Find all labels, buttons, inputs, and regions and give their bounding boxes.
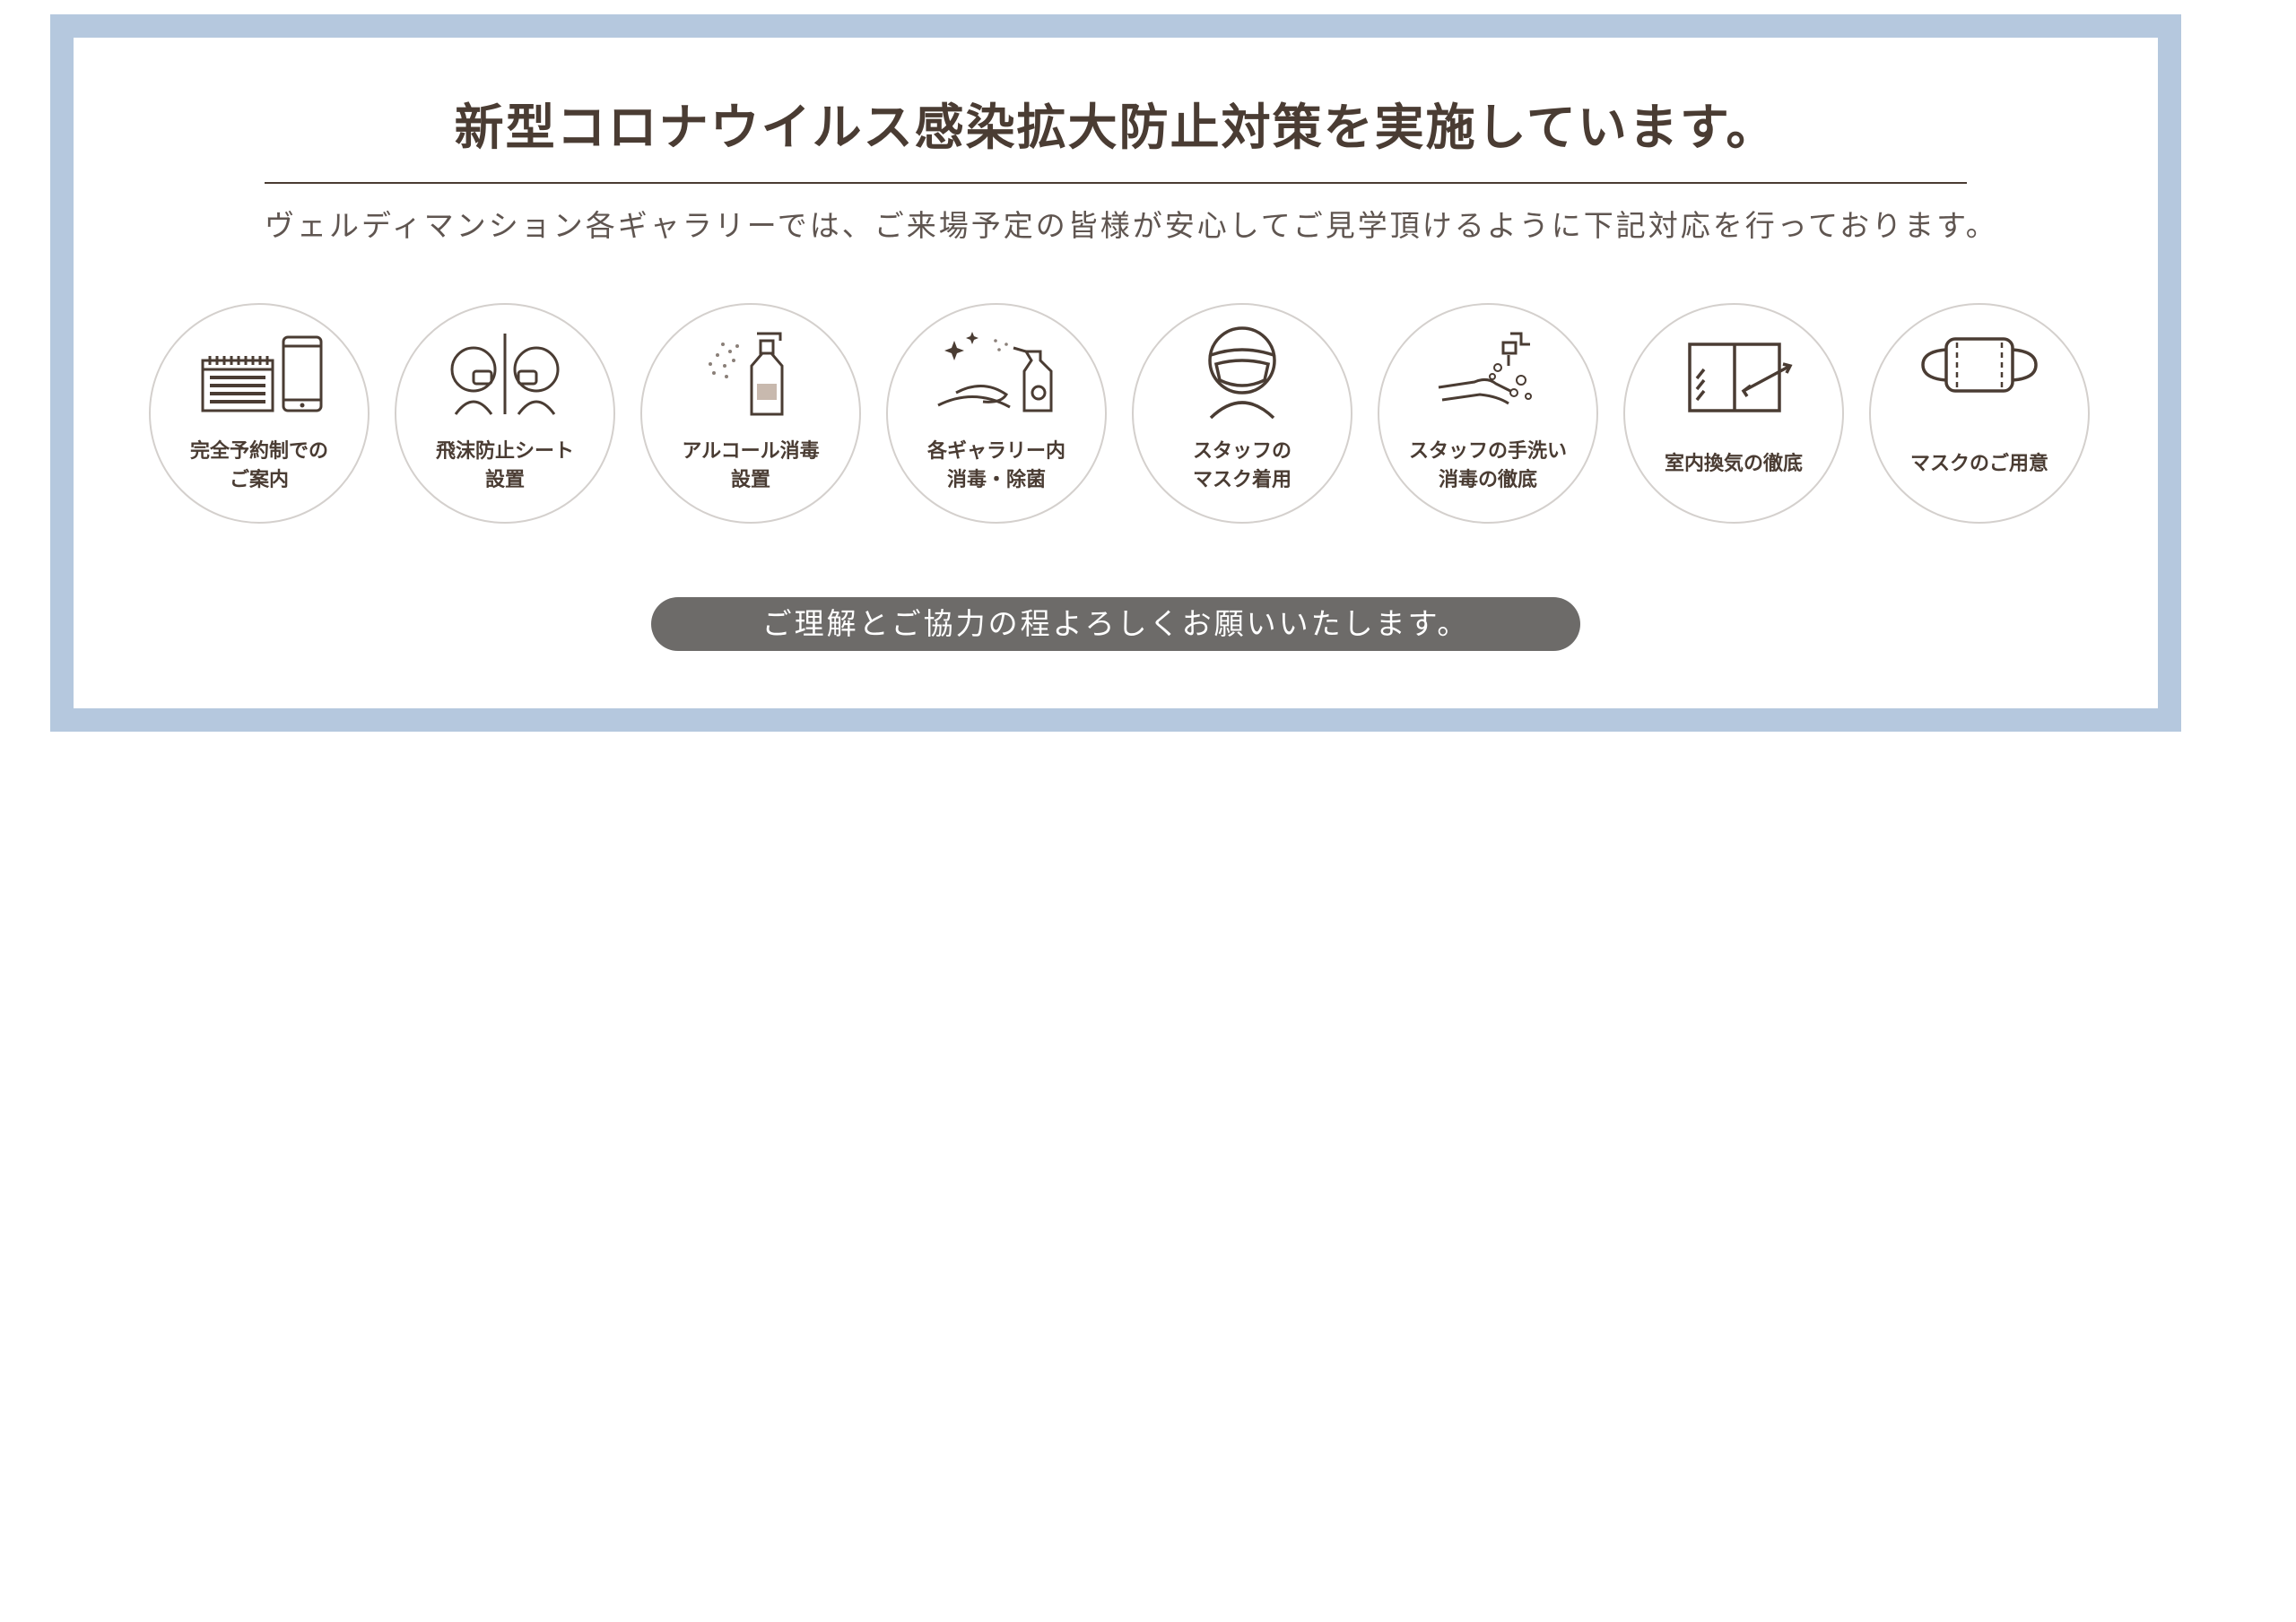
notice-panel: 新型コロナウイルス感染拡大防止対策を実施しています。 ヴェルディマンション各ギャ… [74,38,2158,708]
measure-item-alcohol: アルコール消毒 設置 [640,303,861,524]
measure-item-staff-mask: スタッフの マスク着用 [1132,303,1352,524]
measure-item-splash-guard: 飛沫防止シート 設置 [395,303,615,524]
covid-notice-banner: 新型コロナウイルス感染拡大防止対策を実施しています。 ヴェルディマンション各ギャ… [50,14,2181,732]
measure-label: 室内換気の徹底 [1664,453,1803,475]
measure-label: マスクのご用意 [1909,453,2048,475]
heading-divider [265,182,1967,184]
calendar-phone-icon [201,335,323,412]
staff-mask-icon [1208,326,1276,420]
measure-label: スタッフの手洗い 消毒の徹底 [1408,440,1567,491]
splash-guard-icon [450,334,560,415]
measure-item-mask-supply: マスクのご用意 [1869,303,2090,524]
measure-label: スタッフの マスク着用 [1192,440,1292,491]
measure-item-hand-wash: スタッフの手洗い 消毒の徹底 [1378,303,1598,524]
measure-label: アルコール消毒 設置 [682,440,820,491]
disinfect-cloth-icon [937,332,1053,412]
notice-lead-text: ヴェルディマンション各ギャラリーでは、ご来場予定の皆様が安心してご見学頂けるよう… [265,208,1998,243]
alcohol-spray-icon [709,332,784,416]
measure-item-ventilation: 室内換気の徹底 [1623,303,1844,524]
face-mask-icon [1921,337,2038,393]
notice-heading: 新型コロナウイルス感染拡大防止対策を実施しています。 [454,99,1778,156]
measure-label: 各ギャラリー内 消毒・除菌 [926,440,1065,491]
measure-item-disinfect: 各ギャラリー内 消毒・除菌 [886,303,1107,524]
hand-wash-icon [1438,332,1532,405]
measure-label: 完全予約制での ご案内 [189,440,328,491]
measure-item-reservation: 完全予約制での ご案内 [149,303,370,524]
closing-message-pill: ご理解とご協力の程よろしくお願いいたします。 [651,597,1580,651]
window-ventilation-icon [1688,343,1793,412]
measure-label: 飛沫防止シート 設置 [435,440,574,491]
